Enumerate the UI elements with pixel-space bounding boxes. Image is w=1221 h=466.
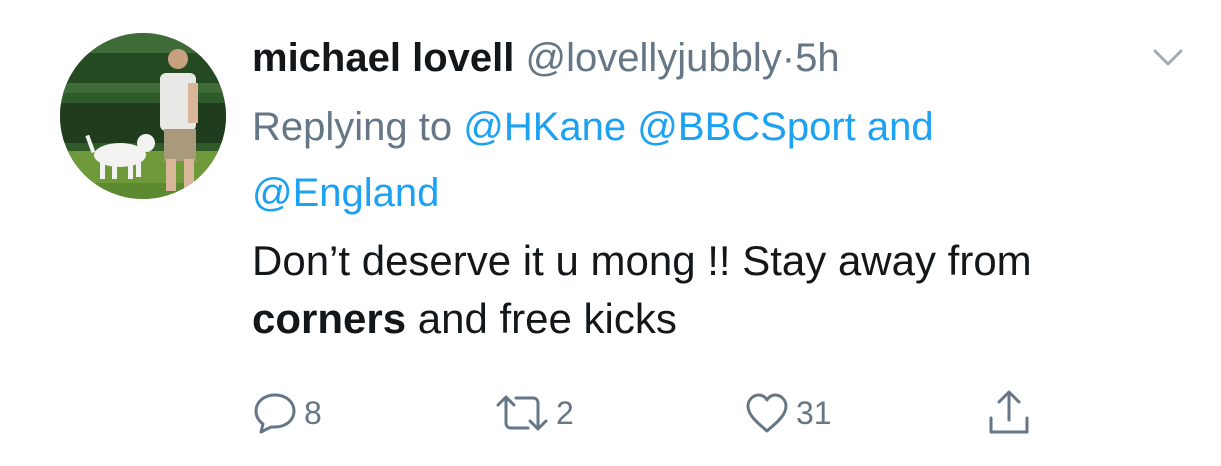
author-display-name[interactable]: michael lovell — [252, 36, 514, 80]
heart-icon — [746, 393, 788, 433]
tweet-text: Don’t deserve it u mong !! Stay away fro… — [252, 232, 1152, 348]
reply-button[interactable]: 8 — [252, 388, 322, 438]
tweet-text-bold: corners — [252, 295, 407, 342]
tweet-menu-button[interactable] — [1150, 42, 1186, 72]
reply-count: 8 — [304, 394, 322, 431]
mention-link-bbcsport[interactable]: @BBCSport — [637, 105, 855, 149]
speech-bubble-icon — [254, 393, 296, 434]
share-upload-icon — [989, 390, 1029, 434]
share-button[interactable] — [986, 388, 1032, 438]
retweet-count: 2 — [556, 394, 574, 431]
mention-link-hkane[interactable]: @HKane — [463, 105, 626, 149]
replying-to: Replying to @HKane @BBCSport and @Englan… — [252, 94, 1132, 226]
retweet-button[interactable]: 2 — [494, 388, 574, 438]
retweet-arrows-icon — [496, 395, 548, 431]
tweet-header: michael lovell @lovellyjubbly·5h — [252, 30, 840, 86]
mention-conjunction[interactable]: and — [867, 105, 934, 149]
tweet-text-part-1: Don’t deserve it u mong !! Stay away fro… — [252, 237, 1032, 284]
avatar[interactable] — [60, 33, 226, 199]
author-handle[interactable]: @lovellyjubbly — [525, 36, 781, 80]
like-button[interactable]: 31 — [744, 388, 832, 438]
separator-dot: · — [781, 36, 796, 80]
chevron-down-icon — [1153, 49, 1183, 66]
like-count: 31 — [796, 394, 832, 431]
mention-link-england[interactable]: @England — [252, 171, 439, 215]
tweet-card: michael lovell @lovellyjubbly·5h Replyin… — [0, 0, 1221, 466]
replying-to-label: Replying to — [252, 105, 453, 149]
tweet-text-part-2: and free kicks — [406, 295, 677, 342]
tweet-timestamp[interactable]: 5h — [795, 36, 840, 80]
avatar-photo — [60, 33, 226, 199]
